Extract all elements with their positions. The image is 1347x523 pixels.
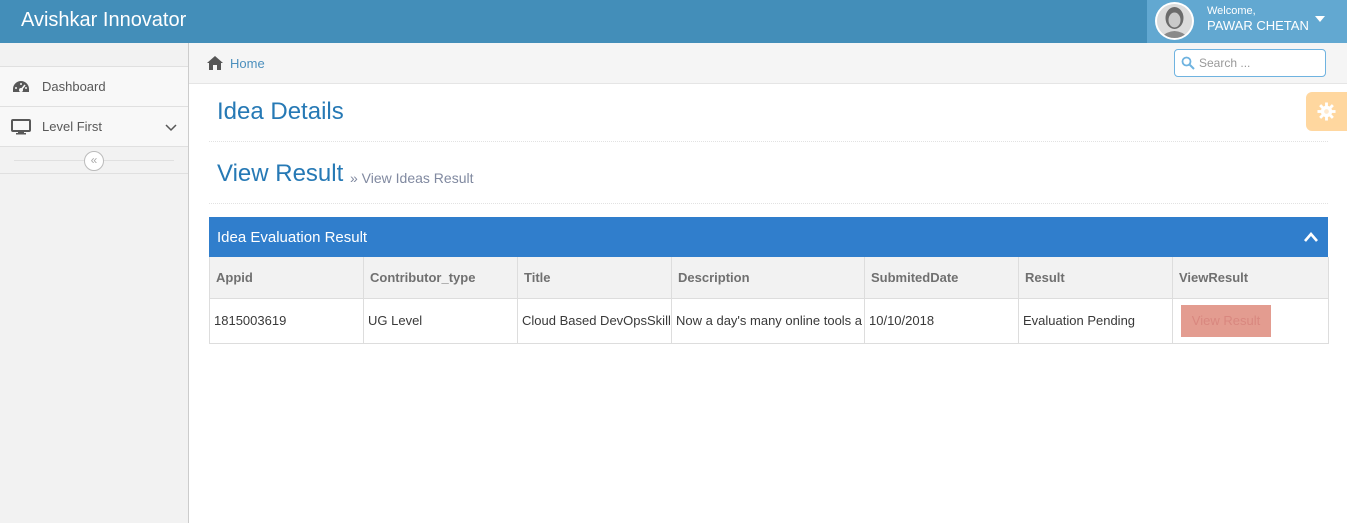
double-angle-left-icon[interactable]: « xyxy=(84,151,104,171)
sidebar-shortcuts xyxy=(0,43,188,67)
sidebar-item-dashboard[interactable]: Dashboard xyxy=(0,67,188,107)
column-header-result[interactable]: Result xyxy=(1018,257,1173,299)
section-subtitle: » View Ideas Result xyxy=(350,170,474,186)
caret-down-icon[interactable] xyxy=(1315,16,1325,22)
column-header-view-result[interactable]: ViewResult xyxy=(1172,257,1329,299)
widget-header: Idea Evaluation Result xyxy=(209,217,1328,257)
sidebar-item-level-first[interactable]: Level First xyxy=(0,107,188,147)
column-header-appid[interactable]: Appid xyxy=(209,257,364,299)
search-placeholder: Search ... xyxy=(1199,56,1251,70)
table-row: 1815003619 UG Level Cloud Based DevOpsSk… xyxy=(209,298,1329,344)
sidebar-item-label: Dashboard xyxy=(42,79,106,94)
chevron-down-icon[interactable] xyxy=(165,121,177,132)
brand-title[interactable]: Avishkar Innovator xyxy=(21,8,186,32)
column-header-submited-date[interactable]: SubmitedDate xyxy=(864,257,1019,299)
widget-title: Idea Evaluation Result xyxy=(217,229,368,246)
user-name: PAWAR CHETAN xyxy=(1207,18,1309,33)
results-table: Appid Contributor_type Title Description… xyxy=(209,257,1329,344)
breadcrumb: Home Search ... xyxy=(189,43,1347,84)
desktop-icon xyxy=(11,119,31,135)
avatar xyxy=(1155,2,1194,40)
cell-appid: 1815003619 xyxy=(209,298,364,344)
cell-title: Cloud Based DevOpsSkill xyxy=(517,298,672,344)
cell-contributor-type: UG Level xyxy=(363,298,518,344)
cell-submited-date: 10/10/2018 xyxy=(864,298,1019,344)
column-header-title[interactable]: Title xyxy=(517,257,672,299)
sidebar: Dashboard Level First « xyxy=(0,43,189,523)
search-input[interactable]: Search ... xyxy=(1174,49,1326,77)
user-menu[interactable]: Welcome, PAWAR CHETAN xyxy=(1147,0,1347,43)
chevron-up-icon[interactable] xyxy=(1303,231,1319,243)
section-title: View Result xyxy=(217,160,344,187)
page-title: Idea Details xyxy=(217,98,344,125)
sidebar-collapse: « xyxy=(0,147,188,174)
cell-description: Now a day's many online tools a xyxy=(671,298,865,344)
column-header-description[interactable]: Description xyxy=(671,257,865,299)
column-header-contributor-type[interactable]: Contributor_type xyxy=(363,257,518,299)
breadcrumb-home-link[interactable]: Home xyxy=(230,56,265,71)
cell-result: Evaluation Pending xyxy=(1018,298,1173,344)
divider xyxy=(209,203,1328,204)
table-header-row: Appid Contributor_type Title Description… xyxy=(209,257,1329,299)
search-icon xyxy=(1181,56,1195,70)
sidebar-item-label: Level First xyxy=(42,119,102,134)
settings-button[interactable] xyxy=(1306,92,1347,131)
welcome-label: Welcome, xyxy=(1207,5,1256,17)
tachometer-icon xyxy=(11,79,31,95)
view-result-button[interactable]: View Result xyxy=(1181,304,1271,337)
home-icon xyxy=(206,55,224,71)
cell-view-result: View Result xyxy=(1172,298,1329,344)
navbar: Avishkar Innovator Welcome, PAWAR CHETAN xyxy=(0,0,1347,43)
gear-icon xyxy=(1317,102,1336,121)
divider xyxy=(209,141,1328,142)
